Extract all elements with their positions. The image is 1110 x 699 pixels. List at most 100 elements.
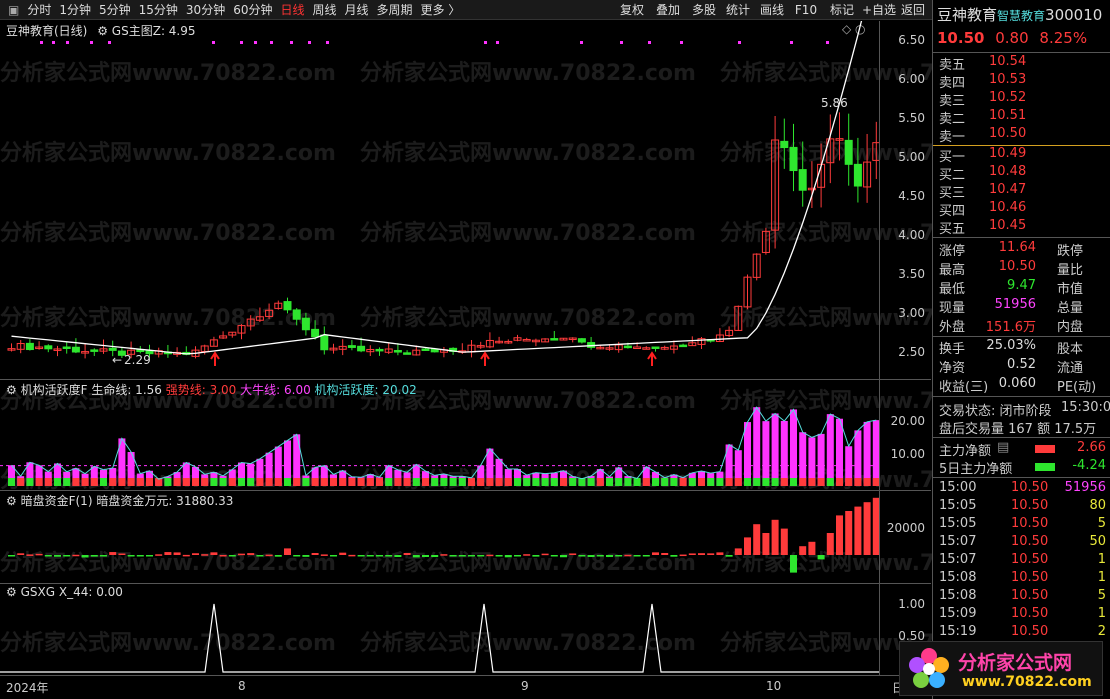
candle-body <box>623 345 632 349</box>
badge-title: 分析家公式网 <box>958 652 1073 674</box>
activity-base-bar <box>569 478 577 486</box>
signal-dot <box>40 41 43 44</box>
funds-bar <box>836 515 843 555</box>
activity-base-bar <box>495 478 503 486</box>
funds-bar <box>523 554 531 556</box>
tab-period[interactable]: 1分钟 <box>55 0 95 20</box>
tab-period[interactable]: 分时 <box>23 0 55 20</box>
activity-base-bar <box>26 478 34 486</box>
funds-bar <box>422 555 429 557</box>
tab-period[interactable]: 30分钟 <box>182 0 229 20</box>
funds-bar <box>293 555 301 557</box>
f10-button[interactable]: F10 <box>792 0 820 20</box>
funds-bar <box>514 555 521 557</box>
activity-base-bar <box>624 478 632 486</box>
funds-bar <box>854 506 862 555</box>
bid-row: 买四 10.46 <box>939 200 1027 219</box>
tab-more[interactable]: 更多 〉 <box>417 0 465 20</box>
funds-bar <box>210 552 218 555</box>
activity-base-bar <box>17 478 25 486</box>
funds-bar <box>440 554 448 556</box>
activity-base-bar <box>670 478 678 486</box>
candle-body <box>550 338 559 341</box>
activity-base-bar <box>458 478 466 486</box>
tab-period[interactable]: 周线 <box>309 0 341 20</box>
last-price: 10.50 <box>937 29 985 47</box>
activity-base-bar <box>808 478 816 486</box>
funds-bar <box>845 511 853 555</box>
activity-base-bar <box>790 478 797 486</box>
activity-bar <box>826 414 834 486</box>
candle-body <box>301 317 310 331</box>
funds-bar <box>339 552 347 555</box>
stats-button[interactable]: 统计 <box>722 0 754 20</box>
activity-bar <box>836 418 843 486</box>
activity-base-bar <box>330 478 337 486</box>
activity-base-bar <box>54 478 61 486</box>
draw-button[interactable]: 画线 <box>756 0 788 20</box>
funds-bar <box>431 555 439 558</box>
funds-bar <box>320 554 328 556</box>
fq-button[interactable]: 复权 <box>616 0 648 20</box>
tab-period[interactable]: 15分钟 <box>135 0 182 20</box>
signal-dot <box>738 41 741 44</box>
funds-bar <box>606 555 613 557</box>
activity-base-bar <box>744 478 751 486</box>
activity-chart[interactable] <box>0 380 879 490</box>
main-net-row: 主力净额 ▤ 2.66 <box>939 440 1106 459</box>
gsxg-svg <box>0 603 879 673</box>
funds-bar <box>808 541 816 555</box>
funds-bar <box>642 555 650 557</box>
activity-bar <box>753 407 761 486</box>
funds-bar <box>136 555 144 557</box>
candle-body <box>375 348 384 352</box>
tab-period[interactable]: 5分钟 <box>95 0 135 20</box>
activity-base-bar <box>201 478 209 486</box>
funds-bar <box>587 555 595 557</box>
funds-bar <box>652 552 659 555</box>
candle-body <box>347 345 356 348</box>
mark-button[interactable]: 标记 <box>826 0 858 20</box>
price-axis: 6.50 6.00 5.50 5.00 4.50 4.00 3.50 3.00 … <box>879 21 931 379</box>
funds-bar <box>670 555 678 557</box>
activity-base-bar <box>615 478 623 486</box>
funds-bar <box>26 554 34 556</box>
funds-bar <box>72 554 80 557</box>
funds-bar <box>615 555 623 557</box>
stat-row: 最高 10.50 量比 <box>939 259 1084 278</box>
tab-period[interactable]: 60分钟 <box>229 0 276 20</box>
bid-row: 买三 10.47 <box>939 182 1027 201</box>
buy-arrow-icon <box>647 351 657 366</box>
candle-body <box>136 349 145 353</box>
add-watchlist-button[interactable]: +自选 <box>860 0 898 20</box>
flower-logo-icon <box>909 648 949 688</box>
gsxg-chart[interactable] <box>0 584 879 675</box>
tab-period[interactable]: 多周期 <box>373 0 417 20</box>
multi-stock-button[interactable]: 多股 <box>688 0 720 20</box>
funds-bar <box>238 553 245 556</box>
funds-bar <box>109 552 117 555</box>
toolbar-menu-icon[interactable]: ▣ <box>4 0 23 20</box>
activity-base-bar <box>541 478 549 486</box>
funds-bar <box>394 555 402 558</box>
stat-row: 最低 9.47 市值 <box>939 278 1084 297</box>
candle-body <box>62 346 71 350</box>
tab-daily[interactable]: 日线 <box>276 0 308 20</box>
dark-funds-chart[interactable] <box>0 491 879 583</box>
activity-bar <box>854 430 862 486</box>
signal-dot <box>240 41 243 44</box>
stock-concept[interactable]: 智慧教育 <box>997 9 1045 23</box>
tab-period[interactable]: 月线 <box>341 0 373 20</box>
activity-base-bar <box>238 478 245 486</box>
funds-bar <box>734 548 742 555</box>
funds-bar <box>366 555 374 557</box>
price-tick: 3.50 <box>898 266 925 281</box>
candlestick-chart[interactable] <box>0 21 879 379</box>
activity-base-bar <box>72 478 80 486</box>
buy-arrow-icon <box>480 351 490 366</box>
candle-body <box>311 328 320 338</box>
overlay-button[interactable]: 叠加 <box>652 0 684 20</box>
back-button[interactable]: 返回 <box>898 0 928 20</box>
quote-panel: 豆神教育智慧教育300010 10.50 0.80 8.25% 卖五 10.54 … <box>932 0 1110 699</box>
low-annotation: 2.29 <box>124 353 151 367</box>
